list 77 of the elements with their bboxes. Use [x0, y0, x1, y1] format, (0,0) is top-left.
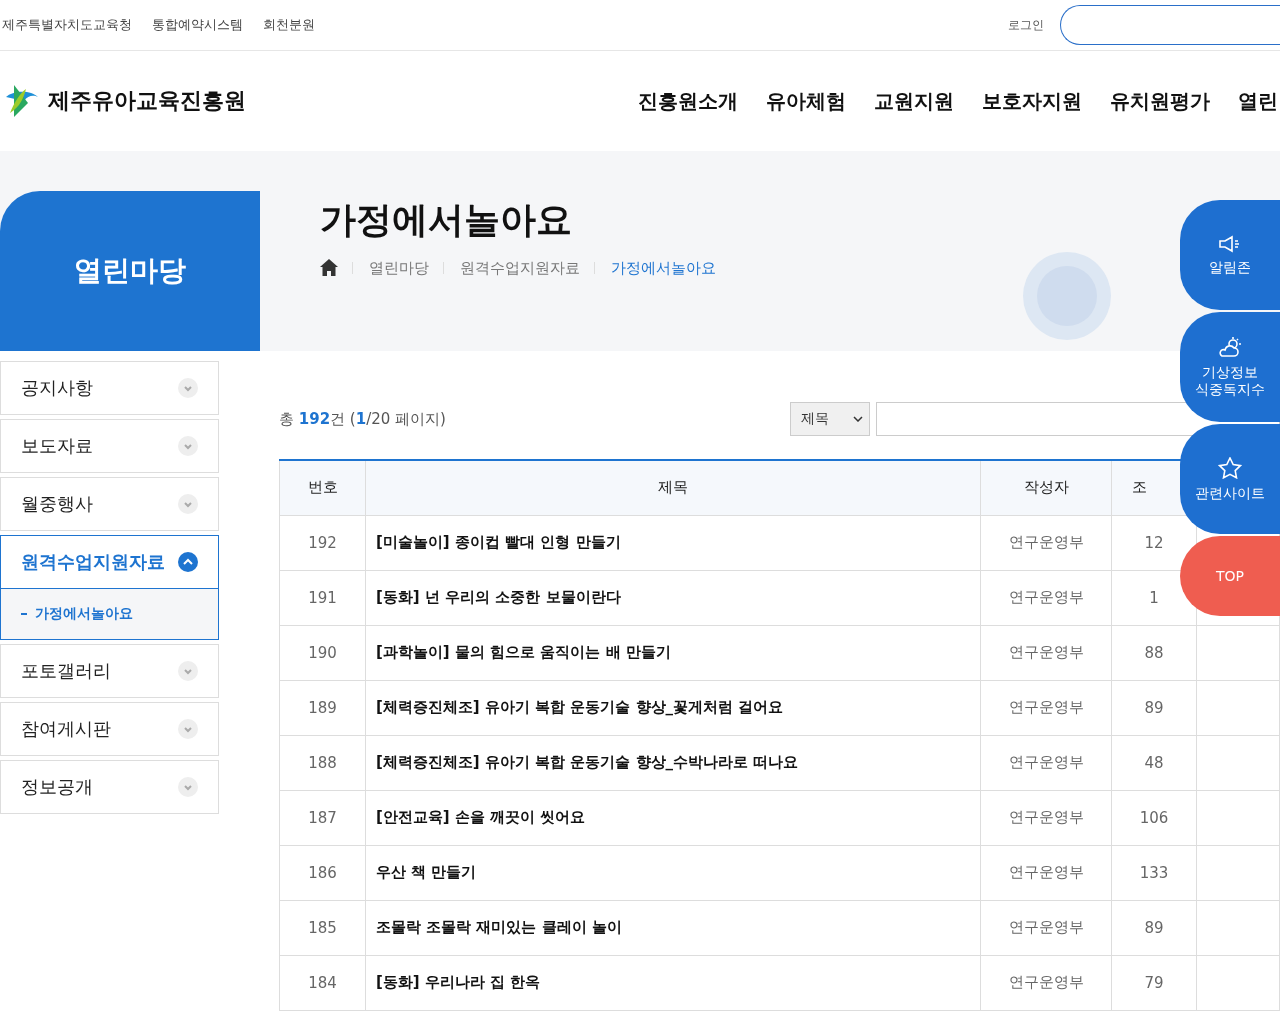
- star-icon: [1218, 456, 1242, 479]
- post-title-link[interactable]: 조몰락 조몰락 재미있는 클레이 놀이: [376, 918, 622, 936]
- expand-icon: [178, 494, 198, 514]
- nav-item[interactable]: 보호자지원: [982, 87, 1082, 115]
- table-cell: 191: [279, 570, 366, 625]
- sidebar-item[interactable]: 원격수업지원자료: [1, 536, 218, 588]
- nav-item[interactable]: 유치원평가: [1110, 87, 1210, 115]
- sidebar-item[interactable]: 포토갤러리: [1, 645, 218, 697]
- table-cell: 48: [1111, 735, 1197, 790]
- expand-icon: [178, 777, 198, 797]
- sidebar-item[interactable]: 참여게시판: [1, 703, 218, 755]
- post-title-link[interactable]: [동화] 넌 우리의 소중한 보물이란다: [376, 588, 621, 606]
- table-cell: 88: [1111, 625, 1197, 680]
- table-cell: 187: [279, 790, 366, 845]
- table-cell: 연구운영부: [980, 900, 1112, 955]
- sidebar-subitem[interactable]: 가정에서놀아요: [35, 605, 133, 623]
- table-cell: 연구운영부: [980, 735, 1112, 790]
- top-link[interactable]: 회천분원: [263, 16, 315, 34]
- quick-menu-button[interactable]: 관련사이트: [1180, 424, 1280, 534]
- table-cell: 106: [1111, 790, 1197, 845]
- logo-text: 제주유아교육진흥원: [48, 87, 246, 115]
- nav-item[interactable]: 열린: [1238, 87, 1278, 115]
- table-cell: 185: [279, 900, 366, 955]
- search-select[interactable]: 제목: [790, 402, 870, 436]
- megaphone-icon: [1218, 234, 1242, 253]
- table-cell: 190: [279, 625, 366, 680]
- quick-menu-button[interactable]: 알림존: [1180, 200, 1280, 310]
- sidebar-item[interactable]: 공지사항: [1, 362, 218, 414]
- table-cell: 연구운영부: [980, 955, 1112, 1010]
- table-cell: 89: [1111, 680, 1197, 735]
- expand-icon: [178, 378, 198, 398]
- column-header: 제목: [365, 460, 981, 515]
- breadcrumb-link[interactable]: 가정에서놀아요: [594, 261, 716, 274]
- post-count: 총 192건 (1/20 페이지): [279, 409, 446, 429]
- caret-icon: [853, 416, 863, 422]
- post-title-link[interactable]: [안전교육] 손을 깨끗이 씻어요: [376, 808, 586, 826]
- home-icon[interactable]: [320, 259, 338, 276]
- dash-icon: [21, 613, 27, 615]
- top-link[interactable]: 통합예약시스템: [152, 16, 243, 34]
- table-cell: 186: [279, 845, 366, 900]
- table-cell: 89: [1111, 900, 1197, 955]
- column-header: 번호: [279, 460, 366, 515]
- column-header: 작성자: [980, 460, 1112, 515]
- expand-icon: [178, 719, 198, 739]
- top-link[interactable]: 제주특별자치도교육청: [2, 16, 132, 34]
- sidebar-item[interactable]: 정보공개: [1, 761, 218, 813]
- weather-icon: [1218, 336, 1242, 358]
- post-title-link[interactable]: [미술놀이] 종이컵 빨대 인형 만들기: [376, 533, 621, 551]
- table-cell: 연구운영부: [980, 570, 1112, 625]
- table-cell: 133: [1111, 845, 1197, 900]
- breadcrumb-link[interactable]: 열린마당: [352, 261, 429, 274]
- breadcrumb-link[interactable]: 원격수업지원자료: [443, 261, 580, 274]
- table-cell: 연구운영부: [980, 790, 1112, 845]
- nav-item[interactable]: 유아체험: [766, 87, 846, 115]
- collapse-icon: [178, 552, 198, 572]
- table-cell: 189: [279, 680, 366, 735]
- table-cell: 연구운영부: [980, 625, 1112, 680]
- login-link[interactable]: 로그인: [1008, 16, 1044, 34]
- expand-icon: [178, 661, 198, 681]
- table-cell: 188: [279, 735, 366, 790]
- table-cell: 79: [1111, 955, 1197, 1010]
- table-cell: 연구운영부: [980, 845, 1112, 900]
- nav-item[interactable]: 진흥원소개: [638, 87, 738, 115]
- expand-icon: [178, 436, 198, 456]
- quick-menu-button[interactable]: 기상정보 식중독지수: [1180, 312, 1280, 422]
- table-cell: 192: [279, 515, 366, 570]
- sidebar-item[interactable]: 월중행사: [1, 478, 218, 530]
- post-title-link[interactable]: 우산 책 만들기: [376, 863, 477, 881]
- table-cell: 연구운영부: [980, 515, 1112, 570]
- sidebar-item[interactable]: 보도자료: [1, 420, 218, 472]
- page-title: 가정에서놀아요: [320, 198, 573, 242]
- post-title-link[interactable]: [과학놀이] 물의 힘으로 움직이는 배 만들기: [376, 643, 671, 661]
- section-title: 열린마당: [74, 253, 186, 289]
- post-title-link[interactable]: [동화] 우리나라 집 한옥: [376, 973, 541, 991]
- nav-item[interactable]: 교원지원: [874, 87, 954, 115]
- table-cell: 184: [279, 955, 366, 1010]
- table-cell: 연구운영부: [980, 680, 1112, 735]
